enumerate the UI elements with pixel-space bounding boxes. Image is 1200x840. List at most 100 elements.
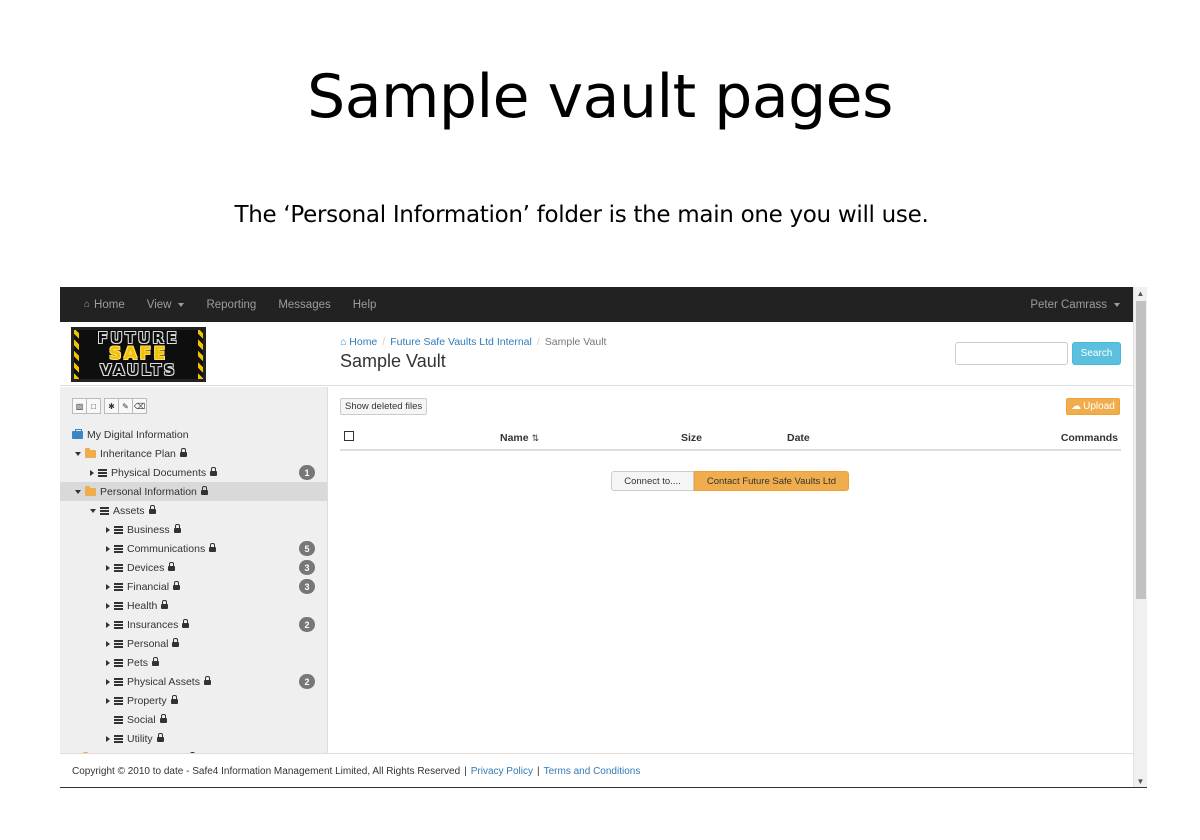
nav-help-label: Help — [352, 298, 377, 311]
caret-right-icon[interactable] — [106, 678, 110, 685]
asterisk-icon[interactable]: ✱ — [104, 398, 119, 414]
folder-icon[interactable]: □ — [86, 398, 101, 414]
tree-item-label: Physical Assets — [127, 675, 200, 688]
nav-home[interactable]: ⌂ Home — [60, 287, 136, 322]
list-icon — [114, 715, 123, 724]
home-icon: ⌂ — [84, 299, 91, 310]
tree-item[interactable]: Physical Documents 1 — [60, 463, 327, 482]
tree-item-label: Assets — [113, 504, 145, 517]
tree-item[interactable]: Financial 3 — [60, 577, 327, 596]
caret-down-icon[interactable] — [75, 451, 81, 456]
tree-item[interactable]: My Digital Information — [60, 425, 327, 444]
select-all-checkbox[interactable] — [344, 431, 354, 441]
tree-toolbar: ▧ □ ✱ ✎ ⌫ — [72, 398, 147, 414]
caret-right-icon[interactable] — [106, 545, 110, 552]
count-badge: 3 — [299, 560, 315, 575]
folder-open-icon[interactable]: ▧ — [72, 398, 87, 414]
search-button[interactable]: Search — [1072, 342, 1121, 365]
page-scrollbar[interactable]: ▲ ▼ — [1133, 287, 1147, 787]
tree-item-label: Personal — [127, 637, 169, 650]
tree-item[interactable]: Health — [60, 596, 327, 615]
caret-down-icon[interactable] — [75, 489, 81, 494]
caret-right-icon[interactable] — [106, 583, 110, 590]
tree-item-label: Financial — [127, 580, 170, 593]
column-date[interactable]: Date — [787, 432, 810, 444]
connect-to-button[interactable]: Connect to.... — [611, 471, 694, 491]
user-menu[interactable]: Peter Camrass — [1030, 287, 1120, 322]
folder-tree: My Digital Information Inheritance Plan Ph… — [60, 425, 327, 753]
terms-link[interactable]: Terms and Conditions — [544, 766, 641, 777]
page-header: FUTURE SAFE VAULTS ⌂ Home / Future Safe … — [60, 322, 1133, 386]
list-icon — [98, 468, 107, 477]
nav-home-label: Home — [94, 298, 125, 311]
count-badge: 1 — [299, 465, 315, 480]
show-deleted-files-button[interactable]: Show deleted files — [340, 398, 428, 415]
nav-view[interactable]: View — [136, 287, 196, 322]
tree-item[interactable]: Pets — [60, 653, 327, 672]
nav-help[interactable]: Help — [342, 287, 388, 322]
future-safe-vaults-logo[interactable]: FUTURE SAFE VAULTS — [71, 327, 206, 382]
scrollbar-thumb[interactable] — [1136, 301, 1146, 599]
tree-item[interactable]: Business — [60, 520, 327, 539]
tree-item[interactable]: Insurances 2 — [60, 615, 327, 634]
upload-label: Upload — [1083, 401, 1115, 412]
lock-icon — [200, 486, 208, 495]
list-icon — [114, 658, 123, 667]
breadcrumb-org[interactable]: Future Safe Vaults Ltd Internal — [390, 336, 532, 348]
lock-icon — [173, 581, 181, 590]
trash-icon[interactable]: ⌫ — [132, 398, 147, 414]
tree-item[interactable]: Utility — [60, 729, 327, 748]
nav-reporting[interactable]: Reporting — [195, 287, 267, 322]
upload-button[interactable]: ☁ Upload — [1066, 398, 1120, 415]
breadcrumb-home[interactable]: ⌂ Home — [340, 336, 377, 348]
search-input[interactable] — [955, 342, 1068, 365]
tree-item-label: Inheritance Plan — [100, 447, 176, 460]
breadcrumb-home-label: Home — [349, 336, 378, 348]
nav-messages[interactable]: Messages — [267, 287, 341, 322]
edit-icon[interactable]: ✎ — [118, 398, 133, 414]
caret-right-icon[interactable] — [106, 621, 110, 628]
tree-item[interactable]: Personal Information — [60, 482, 327, 501]
list-icon — [114, 544, 123, 553]
breadcrumb-current: Sample Vault — [544, 336, 607, 348]
tree-item[interactable]: Physical Assets 2 — [60, 672, 327, 691]
caret-right-icon[interactable] — [106, 564, 110, 571]
privacy-policy-link[interactable]: Privacy Policy — [471, 766, 533, 777]
scroll-down-arrow-icon[interactable]: ▼ — [1134, 775, 1147, 787]
count-badge: 3 — [299, 579, 315, 594]
lock-icon — [161, 600, 169, 609]
tree-item-label: Property — [127, 694, 167, 707]
toolbar-group-actions: ✱ ✎ ⌫ — [104, 398, 147, 414]
caret-right-icon[interactable] — [106, 659, 110, 666]
lock-icon — [148, 505, 156, 514]
tree-item[interactable]: Devices 3 — [60, 558, 327, 577]
column-size[interactable]: Size — [681, 432, 702, 444]
tree-item[interactable]: Inheritance Plan — [60, 444, 327, 463]
tree-item[interactable]: Social — [60, 710, 327, 729]
tree-item[interactable]: Assets — [60, 501, 327, 520]
column-name[interactable]: Name ⇅ — [500, 432, 539, 444]
caret-right-icon[interactable] — [106, 526, 110, 533]
caret-down-icon[interactable] — [90, 508, 96, 513]
caret-right-icon[interactable] — [106, 640, 110, 647]
caret-right-icon[interactable] — [106, 735, 110, 742]
sort-ascending-icon: ⇅ — [531, 433, 540, 443]
tree-item[interactable]: Property — [60, 691, 327, 710]
user-name: Peter Camrass — [1030, 298, 1107, 311]
tree-item-label: Utility — [127, 732, 153, 745]
cloud-upload-icon: ☁ — [1071, 401, 1082, 412]
vault-screenshot: ⌂ Home View Reporting Messages Help Pete… — [60, 287, 1147, 788]
contact-button[interactable]: Contact Future Safe Vaults Ltd — [694, 471, 849, 491]
caret-right-icon[interactable] — [106, 602, 110, 609]
caret-right-icon[interactable] — [90, 469, 94, 476]
footer-separator: | — [464, 765, 467, 777]
tree-item-label: Personal Information — [100, 485, 197, 498]
scroll-up-arrow-icon[interactable]: ▲ — [1134, 287, 1147, 300]
chevron-down-icon — [1114, 302, 1120, 307]
connect-button-group: Connect to.... Contact Future Safe Vault… — [611, 471, 849, 491]
tree-item[interactable]: Personal — [60, 634, 327, 653]
breadcrumb-separator: / — [536, 336, 540, 348]
caret-right-icon[interactable] — [106, 697, 110, 704]
tree-item[interactable]: Communications 5 — [60, 539, 327, 558]
lock-icon — [203, 676, 211, 685]
